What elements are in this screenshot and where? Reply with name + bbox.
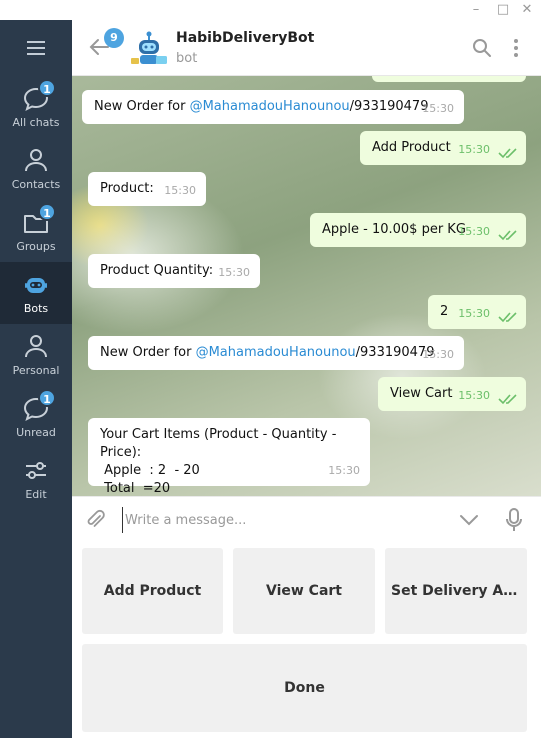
sidebar-item-all-chats[interactable]: 1 All chats [0,76,72,138]
microphone-icon[interactable] [504,507,524,533]
message-text: Apple - 10.00$ per KG [322,222,466,237]
message-time: 15:30 [422,348,454,361]
close-button[interactable]: ✕ [518,2,536,18]
message-bubble-outgoing: View Cart 15:30 [378,377,526,411]
double-check-icon [498,394,517,405]
chat-header: 9 HabibDeliveryBot bot [72,20,541,76]
message-time: 15:30 [458,389,490,402]
sidebar-item-personal[interactable]: Personal [0,324,72,386]
message-text: New Order for [94,99,190,114]
message-bubble-outgoing: Apple - 10.00$ per KG 15:30 [310,213,526,247]
window-title-bar: – □ ✕ [0,0,541,20]
message-bubble-incoming: New Order for @MahamadouHanounou/9331904… [82,90,464,124]
unread-badge: 1 [38,389,56,407]
message-bubble-outgoing: Add Product 15:30 [360,131,526,165]
message-bubble-outgoing: 2 15:30 [428,295,526,329]
message-text: View Cart [390,386,453,401]
sidebar-item-unread[interactable]: 1 Unread [0,386,72,448]
sidebar-item-contacts[interactable]: Contacts [0,138,72,200]
message-bubble-incoming: Your Cart Items (Product - Quantity - Pr… [88,418,370,496]
bot-reply-keyboard: Add Product View Cart Set Delivery Ad...… [72,542,541,738]
message-bubble-incoming: Product Quantity: 15:30 [88,254,260,288]
sidebar-item-edit[interactable]: Edit [0,448,72,510]
message-time: 15:30 [328,464,360,477]
sidebar-item-bots[interactable]: Bots [0,262,72,324]
add-product-button[interactable]: Add Product [82,548,223,634]
message-text: Add Product [372,140,451,155]
sidebar-item-label: Edit [25,488,47,501]
set-delivery-address-button[interactable]: Set Delivery Ad... [385,548,527,634]
bot-avatar[interactable] [130,30,168,66]
message-time: 15:30 [164,184,196,197]
message-time: 15:30 [422,102,454,115]
search-icon[interactable] [472,38,492,58]
unread-count-badge: 9 [104,28,124,48]
username-link[interactable]: @MahamadouHanounou [190,99,350,114]
paperclip-icon[interactable] [84,509,106,531]
sidebar-item-label: Unread [16,426,56,439]
minimize-button[interactable]: – [467,2,485,18]
message-text: Product: [100,181,154,196]
folders-sidebar: 1 All chats Contacts 1 Groups Bots Perso… [0,20,72,738]
maximize-button[interactable]: □ [494,2,512,18]
bot-icon [25,278,47,293]
message-compose-bar [72,496,541,542]
sidebar-item-label: Personal [12,364,60,377]
chat-title: HabibDeliveryBot [176,30,315,46]
sidebar-item-label: Contacts [11,178,61,191]
message-time: 15:30 [218,266,250,279]
view-cart-button[interactable]: View Cart [233,548,375,634]
sidebar-item-label: All chats [12,116,60,129]
message-text: Apple : 2 - 20 [100,463,200,478]
message-input[interactable] [122,507,442,533]
sidebar-item-label: Groups [16,240,56,253]
person-icon [25,149,47,172]
message-bubble-partial [372,76,526,82]
message-text: Product Quantity: [100,263,214,278]
message-bubble-incoming: Product: 15:30 [88,172,206,206]
message-time: 15:30 [458,143,490,156]
chevron-down-icon[interactable] [458,511,480,529]
username-link[interactable]: @MahamadouHanounou [196,345,356,360]
sidebar-item-groups[interactable]: 1 Groups [0,200,72,262]
unread-badge: 1 [38,203,56,221]
message-text: /933190479 [349,99,429,114]
chat-subtitle: bot [176,51,198,66]
message-text: 2 [440,304,449,319]
message-time: 15:30 [458,225,490,238]
message-text: New Order for [100,345,196,360]
double-check-icon [498,312,517,323]
sidebar-item-label: Bots [23,302,49,315]
message-text: Total =20 [100,481,171,496]
double-check-icon [498,148,517,159]
person-icon [25,335,47,358]
message-history[interactable]: New Order for @MahamadouHanounou/9331904… [72,76,541,496]
double-check-icon [498,230,517,241]
more-options-icon[interactable] [508,38,524,58]
unread-badge: 1 [38,79,56,97]
done-button[interactable]: Done [82,644,527,732]
message-bubble-incoming: New Order for @MahamadouHanounou/9331904… [88,336,464,370]
message-time: 15:30 [458,307,490,320]
message-text: Your Cart Items (Product - Quantity - Pr… [100,427,337,460]
main-menu-button[interactable] [0,20,72,74]
sliders-icon [26,462,46,479]
